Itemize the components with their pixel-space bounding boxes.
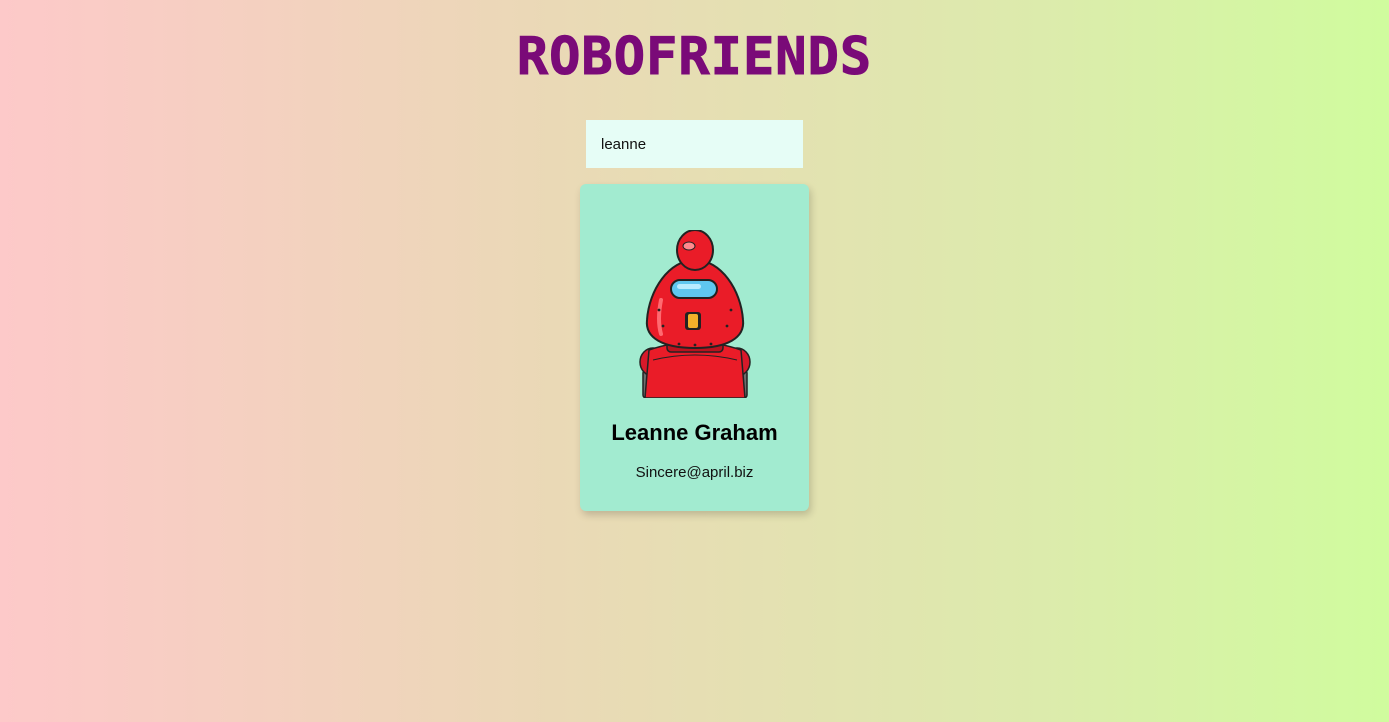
search-input[interactable] bbox=[586, 120, 803, 168]
app-root: ROBOFRIENDS leanne Leanne Graham Sincere… bbox=[0, 0, 1389, 722]
robot-name: Leanne Graham bbox=[611, 420, 778, 445]
robot-avatar-icon bbox=[639, 230, 751, 398]
page-title: ROBOFRIENDS bbox=[516, 27, 873, 88]
robot-email: Sincere@april.biz bbox=[635, 464, 754, 481]
robot-card[interactable]: Leanne Graham Sincere@april.biz bbox=[580, 184, 809, 511]
